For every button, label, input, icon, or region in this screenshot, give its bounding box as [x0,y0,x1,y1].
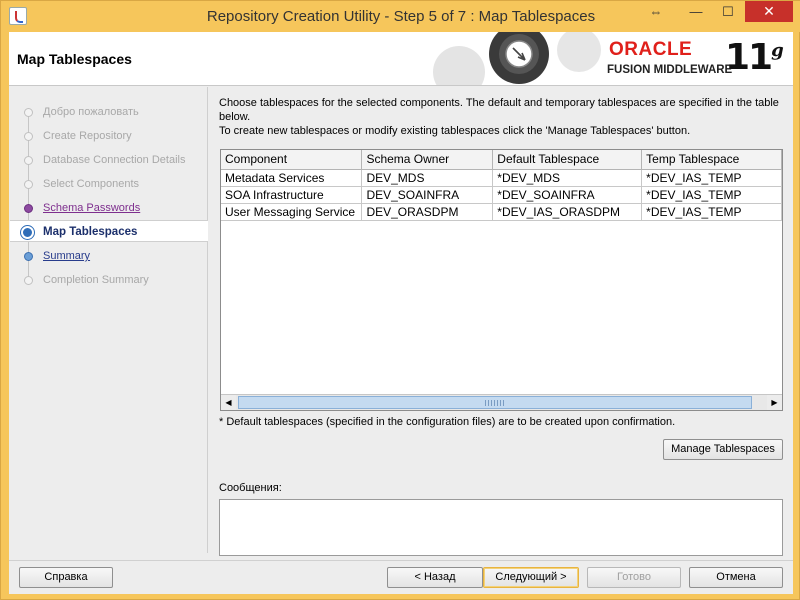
footer-divider [9,560,793,561]
scrollbar-thumb[interactable] [238,396,752,409]
cell-default-tablespace[interactable]: *DEV_MDS [492,169,643,187]
gears-graphic-icon [433,32,601,85]
wizard-steps-nav: Добро пожаловать Create Repository Datab… [10,87,208,553]
step-dot-icon [24,276,33,285]
nav-step-summary[interactable]: Summary [10,245,208,267]
nav-step-label: Completion Summary [43,274,149,286]
version-suffix: g [771,40,784,61]
nav-step-create-repository: Create Repository [10,125,208,147]
next-button[interactable]: Следующий > [483,567,579,588]
maximize-button[interactable]: ☐ [713,1,743,22]
cell-component: User Messaging Service [221,203,363,221]
table-row[interactable]: SOA Infrastructure DEV_SOAINFRA *DEV_SOA… [221,186,782,204]
wizard-client: Map Tablespaces ORACLE FUSION MIDDLEWARE… [9,32,793,594]
cell-default-tablespace[interactable]: *DEV_SOAINFRA [492,186,643,204]
current-step-icon [21,226,34,239]
rcu-window: Repository Creation Utility - Step 5 of … [0,0,800,600]
scroll-right-icon[interactable]: ▶ [767,395,782,410]
nav-step-label: Create Repository [43,130,132,142]
wizard-header: Map Tablespaces ORACLE FUSION MIDDLEWARE… [9,32,793,86]
cell-temp-tablespace[interactable]: *DEV_IAS_TEMP [641,203,782,221]
help-button[interactable]: Справка [19,567,113,588]
cell-schema-owner: DEV_SOAINFRA [361,186,494,204]
cell-schema-owner: DEV_ORASDPM [361,203,494,221]
minimize-button[interactable]: — [681,1,711,22]
nav-step-label: Select Components [43,178,139,190]
instructions: Choose tablespaces for the selected comp… [219,96,787,138]
nav-step-label[interactable]: Schema Passwords [43,202,140,214]
nav-step-label[interactable]: Summary [43,250,90,262]
title-bar: Repository Creation Utility - Step 5 of … [1,1,800,32]
manage-tablespaces-button[interactable]: Manage Tablespaces [663,439,783,460]
messages-area[interactable] [219,499,783,556]
resize-icon[interactable]: ⇔ [641,1,671,22]
nav-step-database-connection: Database Connection Details [10,149,208,171]
step-dot-icon [24,204,33,213]
cell-component: SOA Infrastructure [221,186,363,204]
scroll-left-icon[interactable]: ◀ [221,395,236,410]
instructions-line-1: Choose tablespaces for the selected comp… [219,97,779,123]
step-dot-icon [24,132,33,141]
grip-icon [485,400,505,406]
table-header-row: Component Schema Owner Default Tablespac… [221,150,782,170]
messages-label: Сообщения: [219,482,282,494]
tablespace-table: Component Schema Owner Default Tablespac… [220,149,783,411]
cancel-button[interactable]: Отмена [689,567,783,588]
column-header-schema-owner[interactable]: Schema Owner [361,150,494,170]
nav-step-label: Database Connection Details [43,154,186,166]
column-header-component[interactable]: Component [221,150,363,170]
step-dot-icon [24,252,33,261]
step-dot-icon [24,156,33,165]
nav-step-select-components: Select Components [10,173,208,195]
version-number: 11 [725,37,773,78]
back-button[interactable]: < Назад [387,567,483,588]
version-logo: 11g [725,37,784,78]
nav-step-completion-summary: Completion Summary [10,269,208,291]
cell-schema-owner: DEV_MDS [361,169,494,187]
cell-temp-tablespace[interactable]: *DEV_IAS_TEMP [641,169,782,187]
cell-temp-tablespace[interactable]: *DEV_IAS_TEMP [641,186,782,204]
table-row[interactable]: Metadata Services DEV_MDS *DEV_MDS *DEV_… [221,169,782,187]
cell-component: Metadata Services [221,169,363,187]
nav-step-welcome: Добро пожаловать [10,101,208,123]
column-header-temp-tablespace[interactable]: Temp Tablespace [641,150,782,170]
product-name: FUSION MIDDLEWARE [607,64,733,76]
oracle-logo: ORACLE [609,39,693,60]
horizontal-scrollbar[interactable]: ◀ ▶ [221,394,782,410]
cell-default-tablespace[interactable]: *DEV_IAS_ORASDPM [492,203,643,221]
nav-step-schema-passwords[interactable]: Schema Passwords [10,197,208,219]
footnote: * Default tablespaces (specified in the … [219,416,676,428]
finish-button: Готово [587,567,681,588]
instructions-line-2: To create new tablespaces or modify exis… [219,125,691,137]
column-header-default-tablespace[interactable]: Default Tablespace [492,150,643,170]
nav-step-label: Добро пожаловать [43,106,139,118]
step-dot-icon [24,108,33,117]
nav-step-map-tablespaces: Map Tablespaces [10,220,208,242]
nav-step-label: Map Tablespaces [43,226,138,238]
step-dot-icon [24,180,33,189]
table-row[interactable]: User Messaging Service DEV_ORASDPM *DEV_… [221,203,782,221]
close-button[interactable]: ✕ [745,1,793,22]
page-title: Map Tablespaces [17,51,132,67]
